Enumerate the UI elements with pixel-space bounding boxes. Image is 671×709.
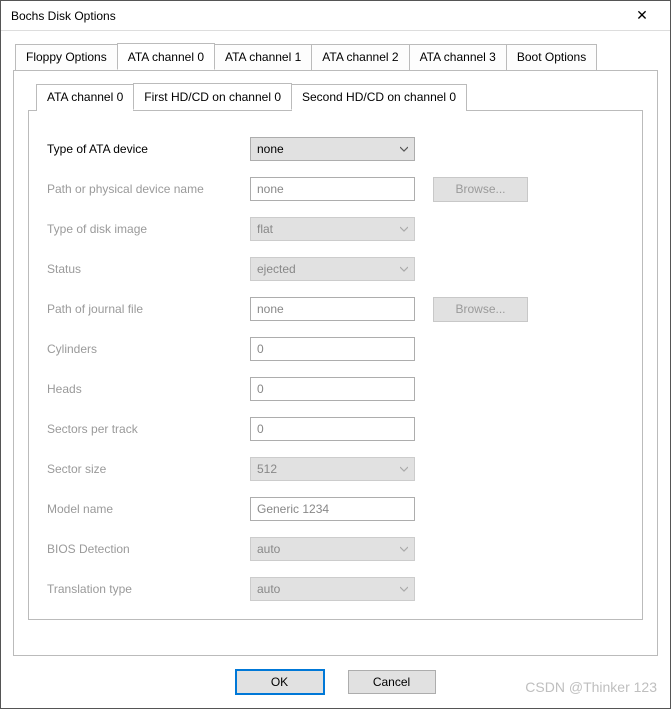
chevron-down-icon: [400, 265, 408, 273]
outer-tab-panel: ATA channel 0 First HD/CD on channel 0 S…: [13, 70, 658, 656]
label-journal: Path of journal file: [45, 302, 250, 316]
label-heads: Heads: [45, 382, 250, 396]
row-device-type: Type of ATA device none: [45, 129, 626, 169]
select-image-type-value: flat: [257, 222, 273, 236]
dialog-window: Bochs Disk Options ✕ Floppy Options ATA …: [0, 0, 671, 709]
row-cylinders: Cylinders 0: [45, 329, 626, 369]
select-sector-size: 512: [250, 457, 415, 481]
input-cylinders-value: 0: [257, 342, 264, 356]
select-status: ejected: [250, 257, 415, 281]
ok-button[interactable]: OK: [236, 670, 324, 694]
select-sector-size-value: 512: [257, 462, 277, 476]
tab-ata-channel-3[interactable]: ATA channel 3: [409, 44, 507, 71]
close-icon: ✕: [636, 7, 648, 24]
row-heads: Heads 0: [45, 369, 626, 409]
tab-ata-channel-0[interactable]: ATA channel 0: [117, 43, 215, 70]
label-translation: Translation type: [45, 582, 250, 596]
inner-tab-panel: Type of ATA device none Path or physical…: [28, 110, 643, 620]
row-status: Status ejected: [45, 249, 626, 289]
tab-floppy-options[interactable]: Floppy Options: [15, 44, 118, 71]
input-sectors-value: 0: [257, 422, 264, 436]
outer-tab-strip: Floppy Options ATA channel 0 ATA channel…: [15, 43, 658, 70]
tab-ata-channel-2[interactable]: ATA channel 2: [311, 44, 409, 71]
input-heads-value: 0: [257, 382, 264, 396]
chevron-down-icon: [400, 145, 408, 153]
label-cylinders: Cylinders: [45, 342, 250, 356]
input-path[interactable]: none: [250, 177, 415, 201]
row-model: Model name Generic 1234: [45, 489, 626, 529]
inner-tab-strip: ATA channel 0 First HD/CD on channel 0 S…: [36, 83, 643, 110]
select-image-type: flat: [250, 217, 415, 241]
tab-boot-options[interactable]: Boot Options: [506, 44, 597, 71]
chevron-down-icon: [400, 465, 408, 473]
browse-path-button[interactable]: Browse...: [433, 177, 528, 202]
input-model[interactable]: Generic 1234: [250, 497, 415, 521]
input-cylinders[interactable]: 0: [250, 337, 415, 361]
row-translation: Translation type auto: [45, 569, 626, 609]
select-device-type-value: none: [257, 142, 284, 156]
chevron-down-icon: [400, 225, 408, 233]
cancel-button[interactable]: Cancel: [348, 670, 436, 694]
select-bios-value: auto: [257, 542, 280, 556]
inner-tab-second-hd-cd[interactable]: Second HD/CD on channel 0: [291, 84, 467, 111]
title-bar: Bochs Disk Options ✕: [1, 1, 670, 31]
label-sector-size: Sector size: [45, 462, 250, 476]
select-translation-value: auto: [257, 582, 280, 596]
window-title: Bochs Disk Options: [11, 9, 622, 23]
input-journal[interactable]: none: [250, 297, 415, 321]
chevron-down-icon: [400, 545, 408, 553]
label-bios: BIOS Detection: [45, 542, 250, 556]
label-path: Path or physical device name: [45, 182, 250, 196]
row-image-type: Type of disk image flat: [45, 209, 626, 249]
chevron-down-icon: [400, 585, 408, 593]
inner-tab-ata-channel-0[interactable]: ATA channel 0: [36, 84, 134, 111]
tab-ata-channel-1[interactable]: ATA channel 1: [214, 44, 312, 71]
input-model-value: Generic 1234: [257, 502, 329, 516]
row-path: Path or physical device name none Browse…: [45, 169, 626, 209]
browse-journal-button[interactable]: Browse...: [433, 297, 528, 322]
row-bios: BIOS Detection auto: [45, 529, 626, 569]
row-sector-size: Sector size 512: [45, 449, 626, 489]
label-image-type: Type of disk image: [45, 222, 250, 236]
select-status-value: ejected: [257, 262, 296, 276]
row-sectors: Sectors per track 0: [45, 409, 626, 449]
close-button[interactable]: ✕: [622, 2, 662, 30]
select-bios: auto: [250, 537, 415, 561]
label-status: Status: [45, 262, 250, 276]
select-translation: auto: [250, 577, 415, 601]
label-model: Model name: [45, 502, 250, 516]
input-path-value: none: [257, 182, 284, 196]
input-journal-value: none: [257, 302, 284, 316]
inner-tab-first-hd-cd[interactable]: First HD/CD on channel 0: [133, 83, 292, 110]
input-heads[interactable]: 0: [250, 377, 415, 401]
row-journal: Path of journal file none Browse...: [45, 289, 626, 329]
label-sectors: Sectors per track: [45, 422, 250, 436]
client-area: Floppy Options ATA channel 0 ATA channel…: [1, 31, 670, 708]
select-device-type[interactable]: none: [250, 137, 415, 161]
input-sectors[interactable]: 0: [250, 417, 415, 441]
dialog-button-row: OK Cancel: [13, 656, 658, 708]
label-device-type: Type of ATA device: [45, 142, 250, 156]
